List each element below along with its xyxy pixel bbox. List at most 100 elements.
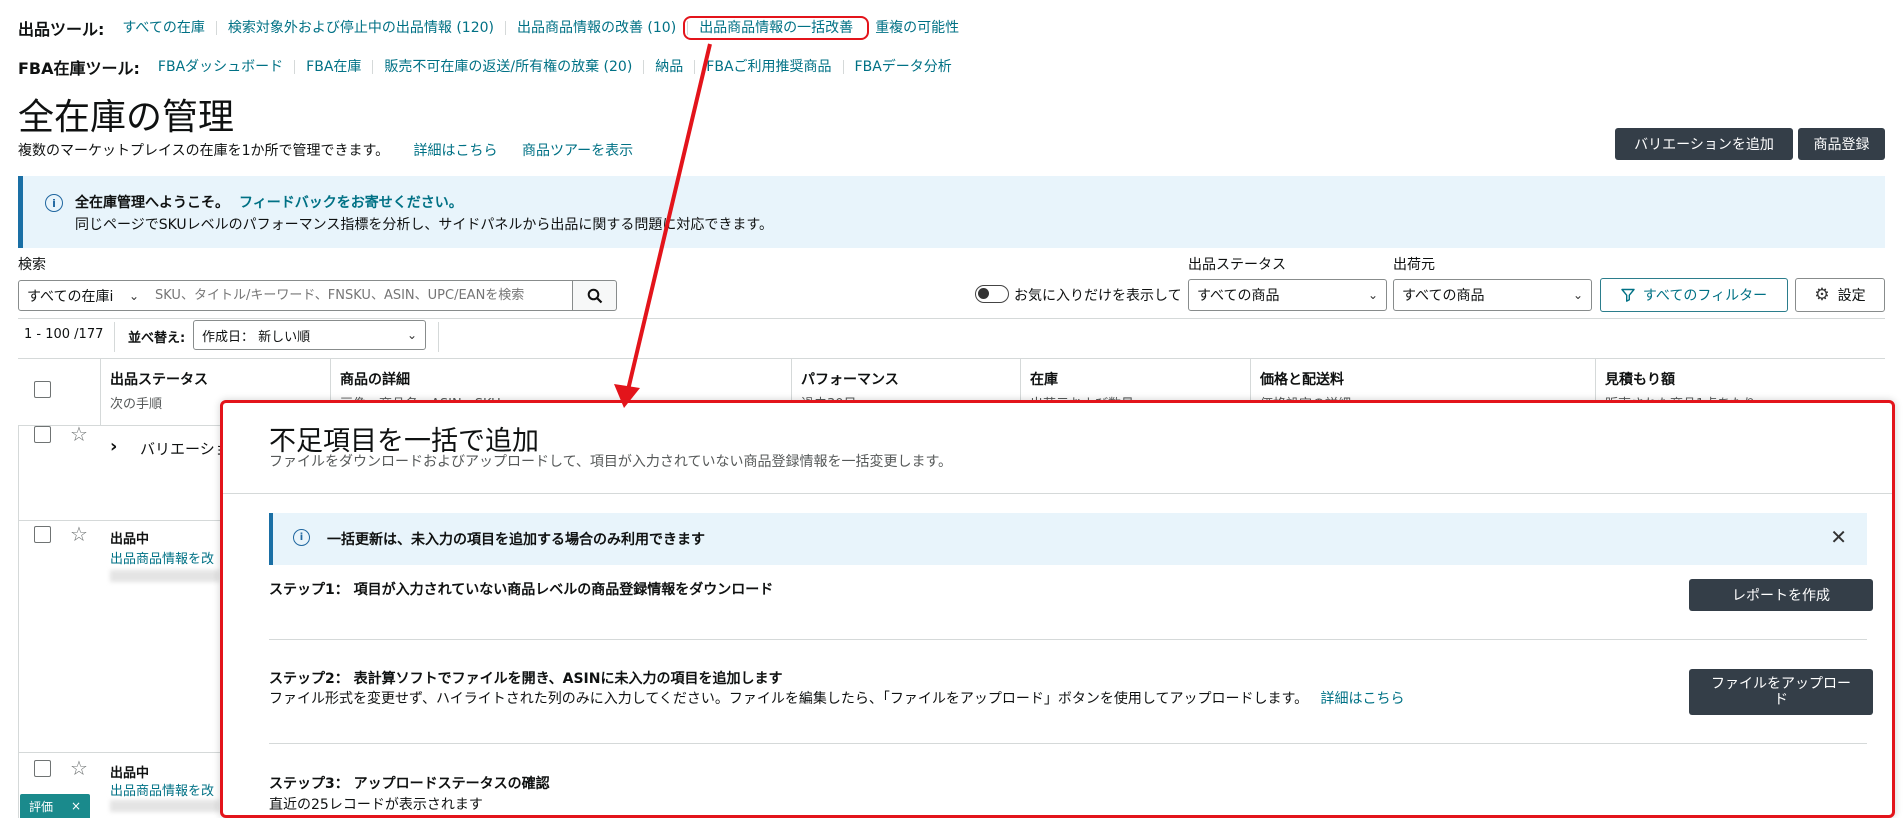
chevron-down-icon: ⌄ (406, 328, 417, 342)
search-input[interactable] (147, 280, 573, 311)
row-divider (18, 520, 220, 521)
settings-button[interactable]: ⚙ 設定 (1795, 278, 1885, 312)
divider (114, 322, 115, 352)
tool-link-all-inventory[interactable]: すべての在庫 (122, 21, 217, 35)
divider (438, 322, 439, 352)
tool-link-suppressed[interactable]: 検索対象外および停止中の出品情報 (120) (217, 21, 506, 35)
star-icon[interactable]: ☆ (70, 424, 88, 444)
fba-link-dashboard[interactable]: FBAダッシュボード (158, 60, 296, 74)
filter-icon (1621, 288, 1635, 302)
chevron-down-icon: ⌄ (128, 288, 139, 303)
settings-label: 設定 (1837, 288, 1866, 304)
tool-link-duplicates[interactable]: 重複の可能性 (864, 21, 970, 35)
divider (100, 359, 101, 425)
fba-link-analytics[interactable]: FBAデータ分析 (844, 60, 963, 74)
column-subtitle: 次の手順 (110, 397, 163, 412)
fba-link-removal[interactable]: 販売不可在庫の返送/所有権の放棄 (20) (373, 60, 645, 74)
star-icon[interactable]: ☆ (70, 524, 88, 544)
listing-tools-label: 出品ツール: (18, 20, 105, 39)
step-2-description: ファイル形式を変更せず、ハイライトされた列のみに入力してください。ファイルを編集… (269, 688, 1405, 708)
improve-listing-link[interactable]: 出品商品情報を改 (110, 548, 214, 567)
upload-file-button[interactable]: ファイルをアップロード (1689, 669, 1873, 715)
row-status: 出品中 (110, 532, 150, 547)
row-checkbox[interactable] (34, 526, 51, 543)
table-row: ☆ 出品中 出品商品情報を改 (18, 524, 220, 746)
step-2-desc-text: ファイル形式を変更せず、ハイライトされた列のみに入力してください。ファイルを編集… (269, 691, 1309, 707)
table-row: ☆ › バリエーショ (18, 424, 230, 522)
panel-subtitle: ファイルをダウンロードおよびアップロードして、項目が入力されていない商品登録情報… (269, 454, 953, 470)
info-icon: i (293, 529, 310, 546)
all-filters-label: すべてのフィルター (1642, 288, 1768, 304)
step-2-learn-more-link[interactable]: 詳細はこちら (1321, 691, 1405, 707)
product-tour-link[interactable]: 商品ツアーを表示 (522, 143, 633, 159)
search-label: 検索 (18, 257, 46, 273)
learn-more-link[interactable]: 詳細はこちら (414, 143, 498, 159)
close-icon[interactable]: × (71, 799, 81, 813)
star-icon[interactable]: ☆ (70, 758, 88, 778)
chevron-right-icon[interactable]: › (110, 436, 117, 457)
search-button[interactable] (572, 280, 617, 311)
add-product-button[interactable]: 商品登録 (1798, 128, 1885, 160)
banner-line-2: 同じページでSKUレベルのパフォーマンス指標を分析し、サイドパネルから出品に関す… (75, 217, 773, 233)
fulfillment-label: 出荷元 (1393, 257, 1435, 273)
step-1: ステップ1： 項目が入力されていない商品レベルの商品登録情報をダウンロード (269, 579, 773, 599)
create-report-button[interactable]: レポートを作成 (1689, 579, 1873, 611)
listing-tools-bar: 出品ツール: すべての在庫 検索対象外および停止中の出品情報 (120) 出品商… (18, 16, 970, 40)
row-checkbox[interactable] (34, 760, 51, 777)
step-3-title: ステップ3： アップロードステータスの確認 (269, 776, 550, 792)
fulfillment-value: すべての商品 (1402, 288, 1485, 304)
evaluation-tab[interactable]: 評価 × (20, 794, 90, 818)
fba-link-inventory[interactable]: FBA在庫 (295, 60, 374, 74)
column-title: 商品の詳細 (340, 372, 410, 388)
divider (223, 493, 1892, 494)
step-2: ステップ2： 表計算ソフトでファイルを開き、ASINに未入力の項目を追加します (269, 668, 782, 688)
column-header-status[interactable]: 出品ステータス 次の手順 (110, 369, 208, 412)
listing-status-value: すべての商品 (1197, 288, 1280, 304)
tool-link-bulk-improve[interactable]: 出品商品情報の一括改善 (683, 16, 870, 40)
chevron-down-icon: ⌄ (1572, 288, 1583, 302)
info-icon: i (45, 194, 63, 212)
listing-status-select[interactable]: すべての商品 ⌄ (1188, 279, 1387, 311)
step-2-title: ステップ2： 表計算ソフトでファイルを開き、ASINに未入力の項目を追加します (269, 671, 783, 687)
row-checkbox[interactable] (34, 426, 51, 443)
select-all-checkbox[interactable] (34, 381, 51, 398)
search-scope-select[interactable]: すべての在庫i ⌄ (18, 280, 148, 311)
fba-link-shipments[interactable]: 納品 (644, 60, 696, 74)
sort-value: 作成日： 新しい順 (202, 329, 311, 345)
blurred-sku (110, 570, 220, 582)
step-3-description: 直近の25レコードが表示されます (269, 797, 483, 813)
banner-line-1: 全在庫管理へようこそ。 フィードバックをお寄せください。 (75, 192, 463, 212)
blurred-sku (110, 800, 220, 812)
tool-link-improve[interactable]: 出品商品情報の改善 (10) (506, 21, 689, 35)
row-status: 出品中 (110, 766, 150, 781)
improve-listing-link[interactable]: 出品商品情報を改 (110, 780, 214, 799)
chevron-down-icon: ⌄ (1367, 288, 1378, 302)
feedback-link[interactable]: フィードバックをお寄せください。 (239, 195, 463, 211)
welcome-banner: i 全在庫管理へようこそ。 フィードバックをお寄せください。 同じページでSKUレ… (18, 176, 1885, 248)
page-title: 全在庫の管理 (18, 97, 235, 138)
search-scope-value: すべての在庫i (27, 288, 114, 305)
column-title: 在庫 (1030, 372, 1058, 388)
divider (269, 639, 1867, 640)
add-variation-button[interactable]: バリエーションを追加 (1615, 128, 1793, 160)
column-title: 価格と配送料 (1260, 372, 1344, 388)
fba-link-recommendations[interactable]: FBAご利用推奨商品 (695, 60, 844, 74)
listing-status-label: 出品ステータス (1188, 257, 1286, 273)
page-subtitle: 複数のマーケットプレイスの在庫を1か所で管理できます。 詳細はこちら 商品ツアー… (18, 140, 633, 160)
sort-select[interactable]: 作成日： 新しい順 ⌄ (193, 320, 426, 350)
alert-text: 一括更新は、未入力の項目を追加する場合のみ利用できます (327, 532, 705, 548)
favorites-toggle[interactable] (975, 285, 1009, 303)
column-title: 出品ステータス (110, 372, 208, 388)
subtitle-text: 複数のマーケットプレイスの在庫を1か所で管理できます。 (18, 143, 390, 159)
fba-tools-label: FBA在庫ツール: (18, 59, 140, 78)
sort-label: 並べ替え: (128, 331, 186, 346)
variation-label: バリエーショ (140, 440, 230, 458)
step-3: ステップ3： アップロードステータスの確認 (269, 773, 550, 793)
all-filters-button[interactable]: すべてのフィルター (1600, 278, 1788, 312)
step-1-title: ステップ1： 項目が入力されていない商品レベルの商品登録情報をダウンロード (269, 582, 774, 598)
close-icon[interactable]: ✕ (1830, 525, 1847, 549)
bulk-add-panel: 不足項目を一括で追加 ファイルをダウンロードおよびアップロードして、項目が入力さ… (220, 400, 1895, 818)
column-title: 見積もり額 (1605, 372, 1675, 388)
fulfillment-select[interactable]: すべての商品 ⌄ (1393, 279, 1592, 311)
favorites-toggle-label: お気に入りだけを表示して (1014, 288, 1182, 304)
